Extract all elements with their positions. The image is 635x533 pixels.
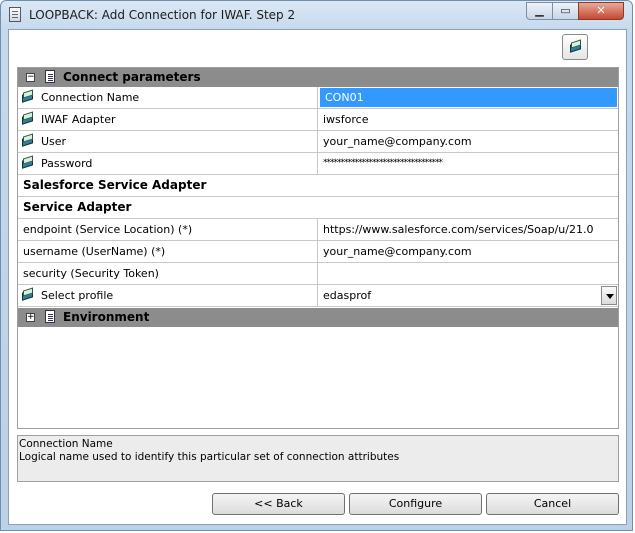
collapse-icon[interactable]: − xyxy=(26,73,35,82)
section-environment[interactable]: + Environment xyxy=(18,308,618,327)
document-icon xyxy=(45,310,55,323)
dialog-window: LOOPBACK: Add Connection for IWAF. Step … xyxy=(0,0,633,531)
group-heading: Service Adapter xyxy=(23,200,132,214)
window-title: LOOPBACK: Add Connection for IWAF. Step … xyxy=(29,8,296,22)
row-service-header: Service Adapter xyxy=(18,197,618,219)
row-label: IWAF Adapter xyxy=(41,113,116,126)
title-bar[interactable]: LOOPBACK: Add Connection for IWAF. Step … xyxy=(1,1,632,29)
row-label: endpoint (Service Location) (*) xyxy=(18,219,318,240)
dialog-body: − Connect parameters Connection Name CON… xyxy=(8,29,627,525)
row-username[interactable]: username (UserName) (*) your_name@compan… xyxy=(18,241,618,263)
row-user[interactable]: User your_name@company.com xyxy=(18,131,618,153)
section-label: Connect parameters xyxy=(63,70,201,84)
row-salesforce-header: Salesforce Service Adapter xyxy=(18,175,618,197)
profile-select[interactable]: edasprof xyxy=(318,285,618,306)
connection-name-input[interactable]: CON01 xyxy=(320,88,617,107)
back-button[interactable]: << Back xyxy=(212,493,345,515)
description-text: Logical name used to identify this parti… xyxy=(19,451,400,463)
security-token-input[interactable] xyxy=(318,263,618,284)
row-password[interactable]: Password *******************************… xyxy=(18,153,618,175)
profile-select-value: edasprof xyxy=(323,289,372,302)
description-panel: Connection Name Logical name used to ide… xyxy=(17,435,619,482)
minimize-button[interactable]: ▁ xyxy=(526,2,553,20)
row-select-profile[interactable]: Select profile edasprof xyxy=(18,285,618,307)
chevron-down-icon[interactable] xyxy=(601,286,617,305)
row-label: Connection Name xyxy=(41,91,140,104)
configure-button[interactable]: Configure xyxy=(349,493,482,515)
cancel-button[interactable]: Cancel xyxy=(486,493,619,515)
help-book-button[interactable] xyxy=(562,34,588,60)
row-label: security (Security Token) xyxy=(18,263,318,284)
document-icon xyxy=(45,70,55,83)
book-icon xyxy=(21,89,34,103)
section-label: Environment xyxy=(63,310,150,324)
book-icon xyxy=(569,39,582,53)
user-input[interactable]: your_name@company.com xyxy=(318,131,618,152)
book-icon xyxy=(21,111,34,125)
maximize-button[interactable]: ▭ xyxy=(552,2,579,20)
row-label: username (UserName) (*) xyxy=(18,241,318,262)
row-security[interactable]: security (Security Token) xyxy=(18,263,618,285)
row-endpoint[interactable]: endpoint (Service Location) (*) https://… xyxy=(18,219,618,241)
password-input[interactable]: ********************************** xyxy=(318,153,618,174)
iwaf-adapter-value[interactable]: iwsforce xyxy=(318,109,618,130)
row-label: User xyxy=(41,135,67,148)
book-icon xyxy=(21,155,34,169)
section-connect-parameters[interactable]: − Connect parameters xyxy=(18,68,618,87)
row-connection-name[interactable]: Connection Name CON01 xyxy=(18,87,618,109)
row-label: Password xyxy=(41,157,93,170)
endpoint-input[interactable]: https://www.salesforce.com/services/Soap… xyxy=(318,219,618,240)
group-heading: Salesforce Service Adapter xyxy=(23,178,207,192)
row-label: Select profile xyxy=(41,289,114,302)
property-grid: − Connect parameters Connection Name CON… xyxy=(17,67,619,429)
app-icon xyxy=(9,7,21,22)
close-button[interactable]: ✕ xyxy=(578,2,624,20)
book-icon xyxy=(21,133,34,147)
description-title: Connection Name xyxy=(19,438,113,450)
row-iwaf-adapter[interactable]: IWAF Adapter iwsforce xyxy=(18,109,618,131)
expand-icon[interactable]: + xyxy=(26,313,35,322)
book-icon xyxy=(21,287,34,301)
username-input[interactable]: your_name@company.com xyxy=(318,241,618,262)
